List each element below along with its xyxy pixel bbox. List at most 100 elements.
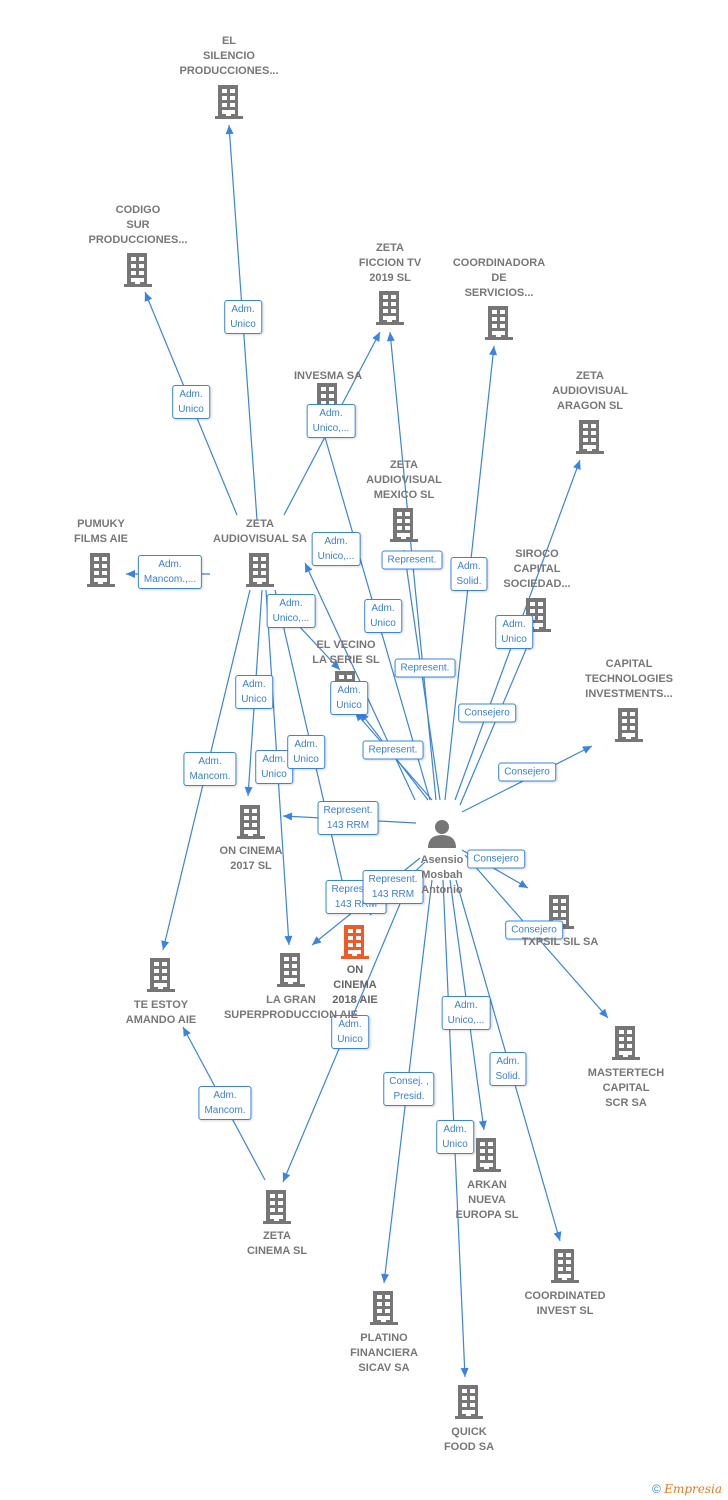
node-label-quick[interactable]: QUICK FOOD SA	[444, 1425, 494, 1455]
edge-label[interactable]: Adm. Mancom.,...	[137, 555, 203, 589]
node-label-platino[interactable]: PLATINO FINANCIERA SICAV SA	[350, 1331, 418, 1376]
edge-label[interactable]: Adm. Unico	[224, 300, 262, 334]
edge-label[interactable]: Represent.	[362, 740, 424, 760]
edge-label[interactable]: Adm. Unico,...	[441, 996, 491, 1030]
edge-label[interactable]: Adm. Unico	[172, 385, 210, 419]
building-icon[interactable]	[576, 420, 604, 454]
edge-label[interactable]: Consejero	[467, 849, 525, 869]
edge-label[interactable]: Represent.	[394, 658, 456, 678]
edge-label[interactable]: Adm. Unico	[330, 681, 368, 715]
edge-label-line: Represent.	[387, 554, 437, 566]
building-icon[interactable]	[485, 306, 513, 340]
node-label-p[interactable]: Asensio Mosbah Antonio	[421, 853, 464, 898]
edge-label[interactable]: Adm. Solid.	[489, 1052, 527, 1086]
edge-label[interactable]: Represent. 143 RRM	[362, 870, 424, 904]
edge-label-line: Represent.	[368, 744, 418, 756]
node-label-line: MASTERTECH	[587, 1067, 665, 1079]
building-icon[interactable]	[612, 1026, 640, 1060]
node-label-ficcion[interactable]: ZETA FICCION TV 2019 SL	[359, 241, 421, 286]
building-icon[interactable]	[390, 508, 418, 542]
node-label-mexico[interactable]: ZETA AUDIOVISUAL MEXICO SL	[366, 458, 442, 503]
edge-label[interactable]: Adm. Mancom.	[198, 1086, 252, 1120]
edge-label-line: Adm.	[457, 561, 481, 572]
edge-label-line: Adm.	[231, 304, 255, 315]
node-label-arkan[interactable]: ARKAN NUEVA EUROPA SL	[456, 1178, 519, 1223]
building-icon[interactable]	[615, 708, 643, 742]
node-label-line: PRODUCCIONES...	[88, 234, 188, 246]
node-label-invesma[interactable]: INVESMA SA	[294, 369, 362, 384]
node-label-zetacinema[interactable]: ZETA CINEMA SL	[247, 1229, 307, 1259]
copyright-symbol: ©	[652, 1482, 661, 1496]
node-label-teestoy[interactable]: TE ESTOY AMANDO AIE	[126, 998, 196, 1028]
edge-label[interactable]: Adm. Unico	[235, 675, 273, 709]
node-label-line: CINEMA	[333, 979, 377, 991]
node-label-codigo[interactable]: CODIGO SUR PRODUCCIONES...	[88, 203, 187, 248]
node-label-vecino[interactable]: EL VECINO LA SERIE SL	[312, 638, 379, 668]
node-label-line: Antonio	[421, 884, 463, 896]
building-icon[interactable]	[246, 553, 274, 587]
node-label-silencio[interactable]: EL SILENCIO PRODUCCIONES...	[179, 34, 278, 79]
node-label-mastertech[interactable]: MASTERTECH CAPITAL SCR SA	[588, 1066, 664, 1111]
edge-label[interactable]: Consejero	[498, 762, 556, 782]
edge-label-line: Adm.	[294, 739, 318, 750]
node-label-siroco[interactable]: SIROCO CAPITAL SOCIEDAD...	[503, 547, 570, 592]
edge-label[interactable]: Adm. Unico,...	[311, 532, 361, 566]
node-label-coord[interactable]: COORDINADORA DE SERVICIOS...	[453, 256, 545, 301]
edge-label-line: Solid.	[456, 576, 482, 587]
building-icon[interactable]	[341, 925, 369, 959]
building-icon[interactable]	[473, 1138, 501, 1172]
node-label-lagran[interactable]: LA GRAN SUPERPRODUCCION AIE	[224, 993, 358, 1023]
node-label-line: FICCION TV	[358, 257, 422, 269]
node-label-line: LA GRAN	[266, 994, 316, 1006]
edge-label[interactable]: Consejero	[458, 703, 516, 723]
building-icon[interactable]	[376, 291, 404, 325]
edge-label[interactable]: Consej. , Presid.	[383, 1072, 435, 1106]
edge-label[interactable]: Adm. Unico,...	[266, 594, 316, 628]
building-icon[interactable]	[124, 253, 152, 287]
node-label-line: EUROPA SL	[455, 1209, 519, 1221]
arrowhead-icon	[283, 812, 293, 821]
node-label-captech[interactable]: CAPITAL TECHNOLOGIES INVESTMENTS...	[585, 657, 673, 702]
edge-label[interactable]: Adm. Unico	[287, 735, 325, 769]
edge-label-line: Adm.	[213, 1090, 237, 1101]
building-icon[interactable]	[263, 1190, 291, 1224]
arrowhead-icon	[244, 786, 253, 796]
edge-label[interactable]: Adm. Unico	[364, 599, 402, 633]
node-label-line: SOCIEDAD...	[503, 578, 571, 590]
node-label-coordinated[interactable]: COORDINATED INVEST SL	[524, 1289, 605, 1319]
edge-label[interactable]: Adm. Mancom.	[183, 752, 237, 786]
node-label-line: ARAGON SL	[557, 400, 623, 412]
building-icon[interactable]	[87, 553, 115, 587]
edge-label[interactable]: Adm. Unico,...	[306, 404, 356, 438]
edge-label-line: Unico	[370, 618, 396, 629]
edge-label[interactable]: Adm. Unico	[436, 1120, 474, 1154]
building-icon[interactable]	[215, 85, 243, 119]
edge-label-line: Unico,...	[447, 1015, 485, 1026]
building-icon[interactable]	[370, 1291, 398, 1325]
node-label-pumuky[interactable]: PUMUKY FILMS AIE	[74, 517, 128, 547]
arrowhead-icon	[518, 880, 528, 888]
edge-label[interactable]: Adm. Solid.	[450, 557, 488, 591]
building-icon[interactable]	[277, 953, 305, 987]
edge-label[interactable]: Represent.	[381, 550, 443, 570]
node-label-line: PRODUCCIONES...	[179, 65, 279, 77]
node-label-zetaav[interactable]: ZETA AUDIOVISUAL SA	[213, 517, 307, 547]
edge-label[interactable]: Represent. 143 RRM	[317, 801, 379, 835]
edge-label-line: Adm.	[319, 408, 343, 419]
node-label-line: SCR SA	[605, 1097, 647, 1109]
edge-label[interactable]: Adm. Unico	[495, 615, 533, 649]
node-label-aragon[interactable]: ZETA AUDIOVISUAL ARAGON SL	[552, 369, 628, 414]
building-icon[interactable]	[237, 805, 265, 839]
node-label-txpsil[interactable]: TXPSIL SIL SA	[522, 935, 599, 950]
node-label-line: SUPERPRODUCCION AIE	[223, 1009, 359, 1021]
node-label-line: ON	[346, 964, 364, 976]
node-label-line: 2017 SL	[230, 860, 272, 872]
edge-label-line: Adm.	[324, 536, 348, 547]
building-icon[interactable]	[455, 1385, 483, 1419]
person-icon[interactable]	[428, 820, 456, 848]
building-icon[interactable]	[147, 958, 175, 992]
arrowhead-icon	[386, 332, 395, 342]
node-label-oncinema17[interactable]: ON CINEMA 2017 SL	[220, 844, 283, 874]
arrowhead-icon	[478, 1120, 487, 1130]
building-icon[interactable]	[551, 1249, 579, 1283]
